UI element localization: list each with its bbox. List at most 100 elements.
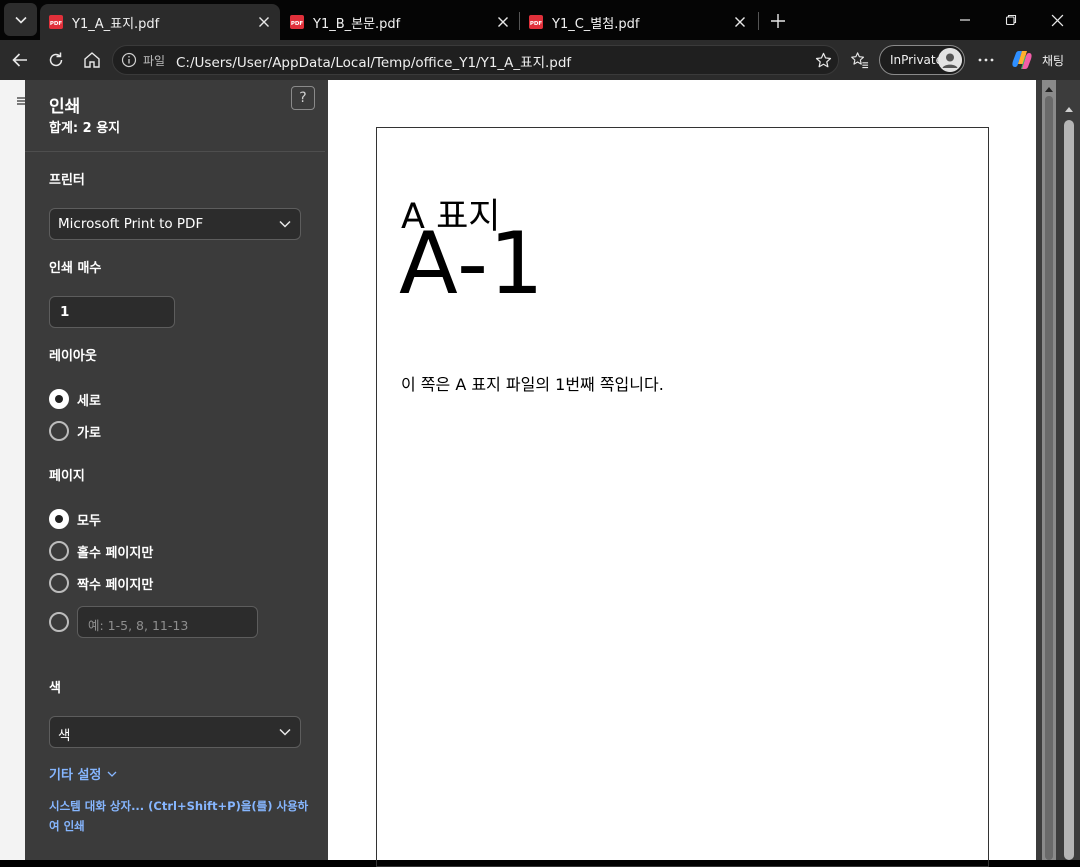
restore-icon [1005, 14, 1017, 26]
copies-input[interactable]: 1 [49, 296, 175, 328]
tab-y1-c[interactable]: PDF Y1_C_별첨.pdf [520, 4, 756, 40]
tab-title: Y1_A_표지.pdf [72, 16, 160, 32]
info-icon[interactable] [121, 52, 137, 68]
radio-checked-icon [49, 389, 69, 409]
color-select[interactable]: 색 [49, 716, 301, 748]
svg-text:PDF: PDF [50, 21, 63, 27]
more-settings-link[interactable]: 기타 설정 [49, 764, 118, 783]
minimize-button[interactable] [942, 0, 988, 40]
chevron-down-icon [107, 771, 117, 777]
close-icon [1051, 14, 1063, 26]
refresh-icon [49, 52, 63, 67]
copilot-chat-button[interactable]: 채팅 [1010, 48, 1074, 72]
address-bar[interactable]: 파일 C:/Users/User/AppData/Local/Temp/offi… [112, 45, 839, 75]
system-dialog-link[interactable]: 시스템 대화 상자... (Ctrl+Shift+P)을(를) 사용하여 인쇄 [49, 796, 313, 836]
color-label: 색 [49, 681, 61, 696]
svg-text:PDF: PDF [530, 21, 543, 27]
restore-button[interactable] [988, 0, 1034, 40]
address-scheme-label: 파일 [143, 54, 166, 68]
tab-actions-menu-button[interactable] [4, 3, 37, 36]
radio-unchecked-icon [49, 541, 69, 561]
pdf-toolbar-gutter [0, 80, 25, 860]
favorites-button[interactable] [843, 44, 875, 76]
home-button[interactable] [76, 44, 108, 76]
radio-label: 홀수 페이지만 [77, 545, 154, 561]
inprivate-label: InPrivate [890, 53, 943, 67]
printer-select[interactable]: Microsoft Print to PDF [49, 208, 301, 240]
tab-title: Y1_C_별첨.pdf [552, 16, 640, 32]
pdf-file-icon: PDF [49, 15, 63, 29]
copies-value: 1 [60, 304, 70, 320]
print-preview: A 표지 A-1 이 쪽은 A 표지 파일의 1번째 쪽입니다. [328, 80, 1036, 867]
copilot-label: 채팅 [1042, 53, 1065, 68]
page-range-placeholder: 예: 1-5, 8, 11-13 [88, 618, 189, 633]
page-scrollbar-thumb[interactable] [1064, 120, 1074, 860]
tab-y1-b[interactable]: PDF Y1_B_본문.pdf [281, 4, 519, 40]
chevron-down-icon [279, 728, 291, 736]
pages-all-radio[interactable]: 모두 [49, 508, 101, 530]
divider [25, 151, 325, 152]
ellipsis-icon [978, 58, 994, 62]
copilot-icon [1012, 51, 1032, 69]
person-icon [938, 48, 962, 72]
pages-odd-radio[interactable]: 홀수 페이지만 [49, 540, 153, 562]
radio-unchecked-icon [49, 573, 69, 593]
avatar [938, 48, 962, 72]
radio-checked-icon [49, 509, 69, 529]
more-options-button[interactable] [970, 44, 1002, 76]
preview-scrollbar-thumb[interactable] [1045, 96, 1053, 860]
tab-strip: PDF Y1_A_표지.pdf PDF Y1_B_본문.pdf PDF Y1_C… [0, 0, 1080, 40]
printer-value: Microsoft Print to PDF [58, 216, 204, 232]
copies-label: 인쇄 매수 [49, 261, 102, 276]
pdf-file-icon: PDF [529, 15, 543, 29]
page-body-text: 이 쪽은 A 표지 파일의 1번째 쪽입니다. [401, 375, 664, 394]
print-panel: 인쇄 합계: 2 용지 ? 프린터 Microsoft Print to PDF… [25, 80, 325, 860]
layout-landscape-radio[interactable]: 가로 [49, 420, 101, 442]
layout-portrait-radio[interactable]: 세로 [49, 388, 101, 410]
scroll-up-arrow-icon[interactable] [1043, 84, 1055, 94]
preview-page: A 표지 A-1 이 쪽은 A 표지 파일의 1번째 쪽입니다. [376, 127, 989, 867]
tab-separator [758, 12, 759, 30]
pages-custom-radio[interactable] [49, 611, 69, 633]
tab-y1-a[interactable]: PDF Y1_A_표지.pdf [40, 4, 280, 40]
tab-title: Y1_B_본문.pdf [313, 16, 401, 32]
color-value: 색 [58, 728, 71, 744]
inprivate-profile-button[interactable]: InPrivate [879, 45, 965, 75]
page-range-input[interactable]: 예: 1-5, 8, 11-13 [77, 606, 258, 638]
minimize-icon [960, 19, 970, 21]
close-tab-button[interactable] [728, 10, 752, 34]
radio-label: 세로 [77, 393, 101, 409]
pages-even-radio[interactable]: 짝수 페이지만 [49, 572, 153, 594]
printer-label: 프린터 [49, 173, 85, 188]
sheet-total: 합계: 2 용지 [49, 121, 121, 136]
chevron-down-icon [14, 16, 27, 24]
radio-label: 모두 [77, 513, 101, 529]
close-icon [498, 17, 508, 27]
favorite-button[interactable] [812, 49, 834, 71]
favorites-list-icon [850, 52, 868, 69]
contents-icon[interactable] [17, 97, 25, 105]
address-url[interactable]: C:/Users/User/AppData/Local/Temp/office_… [176, 51, 571, 71]
print-title: 인쇄 [49, 97, 81, 117]
radio-label: 짝수 페이지만 [77, 577, 154, 593]
radio-unchecked-icon [49, 421, 69, 441]
back-arrow-icon [12, 53, 27, 67]
page-heading-big: A-1 [399, 214, 545, 314]
help-button[interactable]: ? [291, 86, 315, 110]
new-tab-button[interactable] [764, 7, 792, 35]
browser-toolbar: 파일 C:/Users/User/AppData/Local/Temp/offi… [0, 40, 1080, 80]
back-button[interactable] [4, 44, 36, 76]
close-icon [735, 17, 745, 27]
radio-label: 가로 [77, 425, 101, 441]
star-icon [815, 52, 831, 67]
close-tab-button[interactable] [252, 10, 276, 34]
scroll-up-arrow-icon[interactable] [1063, 104, 1075, 114]
layout-label: 레이아웃 [49, 349, 97, 364]
plus-icon [771, 14, 785, 28]
refresh-button[interactable] [40, 44, 72, 76]
close-tab-button[interactable] [491, 10, 515, 34]
chevron-down-icon [279, 220, 291, 228]
close-window-button[interactable] [1034, 0, 1080, 40]
home-icon [84, 52, 100, 68]
close-icon [259, 17, 269, 27]
